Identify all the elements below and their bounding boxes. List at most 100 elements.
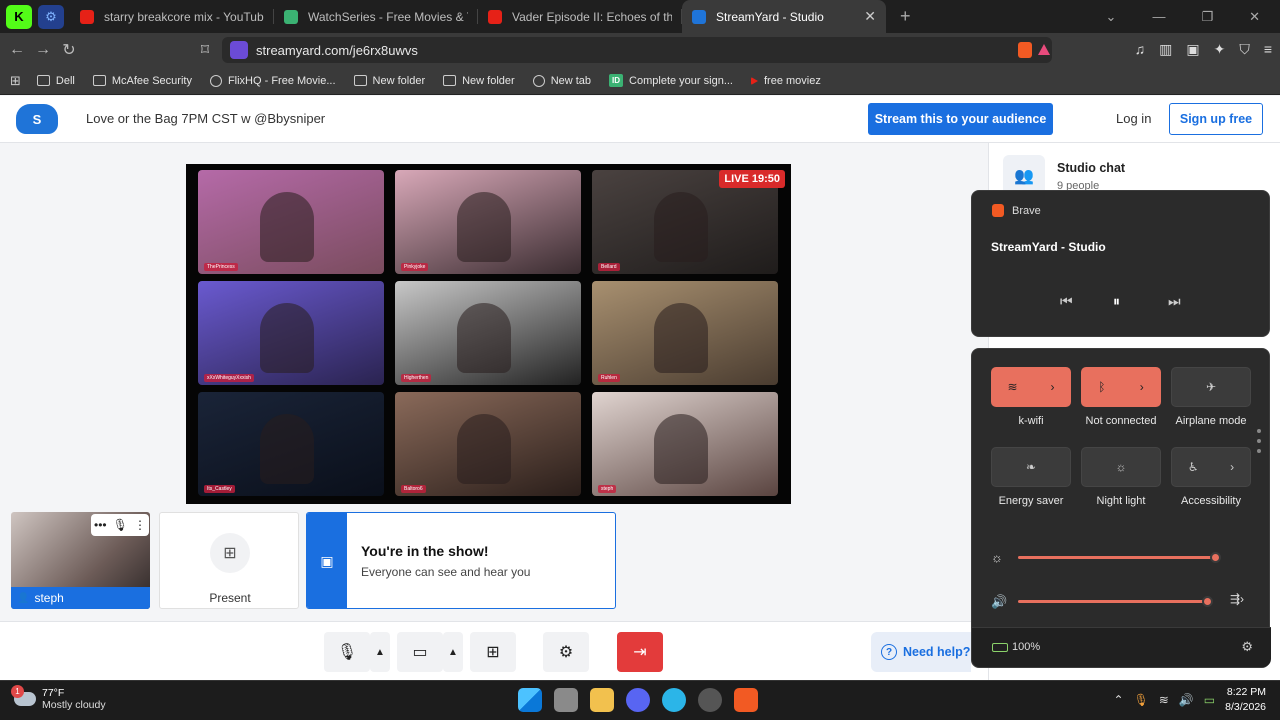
quick-tile[interactable]: ♿ › <box>1171 447 1251 487</box>
camera-toggle-button[interactable]: ▭ <box>397 632 443 672</box>
weather-desc: Mostly cloudy <box>42 699 106 711</box>
settings-gear-button[interactable]: ⚙ <box>543 632 589 672</box>
brave-shield-icon[interactable] <box>1018 42 1032 58</box>
tray-overflow-icon[interactable]: ⌃ <box>1113 693 1123 707</box>
site-info-icon[interactable] <box>230 41 248 59</box>
streamyard-logo[interactable]: S <box>16 104 58 134</box>
battery-tray-icon[interactable]: ▭ <box>1204 693 1215 707</box>
brave-rewards-icon[interactable] <box>1038 44 1050 55</box>
browser-tabbar: K ⚙ starry breakcore mix - YouTube WatchS… <box>0 0 1280 33</box>
brightness-slider-thumb[interactable] <box>1210 552 1221 563</box>
media-icon[interactable]: ♫ <box>1135 41 1146 58</box>
participant-name: Pinkyjoke <box>401 263 429 271</box>
brightness-slider[interactable] <box>1018 556 1216 559</box>
task-view-icon[interactable] <box>554 688 578 712</box>
bookmark-item[interactable]: Dell <box>36 74 75 87</box>
browser-toolbar: ← → ↻ ⌑ streamyard.com/je6rx8uwvs ♫ ▥ ▣ … <box>0 33 1280 67</box>
new-tab-button[interactable]: + <box>900 6 911 27</box>
volume-slider[interactable] <box>1018 600 1208 603</box>
mic-icon[interactable]: 🎙 <box>113 518 128 532</box>
quick-tile[interactable]: ≋ › <box>991 367 1071 407</box>
sidebar-icon[interactable]: ▥ <box>1159 41 1172 58</box>
wallet-icon[interactable]: ▣ <box>1186 41 1199 58</box>
studio-header: S Love or the Bag 7PM CST w @Bbysniper S… <box>0 96 1280 143</box>
kebab-menu-icon[interactable]: ⋮ <box>134 518 146 532</box>
file-explorer-icon[interactable] <box>590 688 614 712</box>
youtube-icon <box>80 9 94 24</box>
need-help-button[interactable]: ? Need help? <box>871 632 971 672</box>
apps-grid-icon[interactable]: ⊞ <box>10 73 21 89</box>
vpn-icon[interactable]: ⛉ <box>1239 41 1250 58</box>
menu-icon[interactable]: ≡ <box>1264 41 1272 58</box>
bookmark-icon[interactable]: ⌑ <box>192 40 218 60</box>
reload-icon[interactable]: ↻ <box>56 40 82 60</box>
tab-search-icon[interactable]: ⌄ <box>1106 9 1117 25</box>
volume-slider-thumb[interactable] <box>1202 596 1213 607</box>
quick-tile[interactable]: ☼ <box>1081 447 1161 487</box>
signup-button[interactable]: Sign up free <box>1169 103 1263 135</box>
obs-icon[interactable] <box>698 688 722 712</box>
wifi-icon[interactable]: ≋ <box>1159 693 1169 707</box>
bookmark-item[interactable]: New folder <box>353 74 425 87</box>
pinned-tab-kick[interactable]: K <box>6 4 32 29</box>
battery-level: 100% <box>1012 641 1041 653</box>
bookmark-item[interactable]: New tab <box>532 74 591 87</box>
minimize-icon[interactable]: — <box>1152 9 1165 25</box>
quick-tile[interactable]: ✈ <box>1171 367 1251 407</box>
share-screen-button[interactable]: ⊞ <box>470 632 516 672</box>
bookmark-item[interactable]: FlixHQ - Free Movie... <box>209 74 336 87</box>
discord-icon[interactable] <box>626 688 650 712</box>
chevron-right-icon[interactable]: › <box>1051 380 1055 394</box>
leo-icon[interactable]: ✦ <box>1214 41 1226 58</box>
forward-icon[interactable]: → <box>30 41 56 59</box>
edge-icon[interactable] <box>662 688 686 712</box>
browser-tab[interactable]: starry breakcore mix - YouTube <box>70 0 274 33</box>
next-track-icon[interactable]: ⏭ <box>1168 293 1181 310</box>
maximize-icon[interactable]: ❐ <box>1201 9 1213 25</box>
leave-studio-button[interactable]: ⇥ <box>617 632 663 672</box>
bookmark-item[interactable]: New folder <box>443 74 515 87</box>
mic-toggle-button[interactable]: 🎙 <box>324 632 370 672</box>
present-card[interactable]: ⊞ Present <box>159 512 299 609</box>
participant-name: ThePrincess <box>204 263 238 271</box>
participant-tile: Baltoro6 <box>395 392 581 496</box>
quick-tile[interactable]: ᛒ › <box>1081 367 1161 407</box>
browser-tab[interactable]: WatchSeries - Free Movies & TV Shows <box>274 0 478 33</box>
settings-gear-icon[interactable]: ⚙ <box>1241 639 1253 655</box>
speaker-icon[interactable]: 🔊 <box>1179 693 1194 707</box>
bookmark-item[interactable]: McAfee Security <box>92 74 192 87</box>
browser-tab[interactable]: Vader Episode II: Echoes of the Jedi <box>478 0 682 33</box>
chevron-right-icon[interactable]: › <box>1140 380 1144 394</box>
login-link[interactable]: Log in <box>1116 111 1151 126</box>
more-dots-icon[interactable]: ••• <box>94 518 107 532</box>
quick-tile-label: Accessibility <box>1181 495 1241 507</box>
browser-tab[interactable]: StreamYard - Studio ✕ <box>682 0 886 33</box>
volume-icon[interactable]: 🔊 <box>991 594 1007 610</box>
pinned-tab-extension[interactable]: ⚙ <box>38 4 64 29</box>
address-bar[interactable]: streamyard.com/je6rx8uwvs <box>222 37 1052 63</box>
previous-track-icon[interactable]: ⏮ <box>1060 293 1073 310</box>
bookmark-item[interactable]: ID Complete your sign... <box>609 74 733 87</box>
brave-taskbar-icon[interactable] <box>734 688 758 712</box>
participant-tile: steph <box>592 392 778 496</box>
quick-tile[interactable]: ❧ <box>991 447 1071 487</box>
close-window-icon[interactable]: ✕ <box>1249 9 1260 25</box>
self-preview[interactable]: ••• 🎙 ⋮ 👤 steph <box>11 512 150 609</box>
weather-widget[interactable]: 1 77°F Mostly cloudy <box>11 685 106 711</box>
participant-silhouette <box>260 414 314 484</box>
pause-icon[interactable]: ⏸ <box>1113 293 1120 310</box>
back-icon[interactable]: ← <box>4 41 30 59</box>
start-icon[interactable] <box>518 688 542 712</box>
audio-output-icon[interactable]: ⇶› <box>1230 592 1244 606</box>
chevron-right-icon[interactable]: › <box>1230 460 1234 474</box>
mic-in-use-icon[interactable]: 🎙 <box>1134 693 1149 707</box>
clock[interactable]: 8:22 PM 8/3/2026 <box>1225 685 1266 715</box>
participant-name: Bellard <box>598 263 620 271</box>
battery-indicator[interactable]: 100% <box>992 641 1040 653</box>
stream-to-audience-button[interactable]: Stream this to your audience <box>868 103 1053 135</box>
self-preview-tools: ••• 🎙 ⋮ <box>91 514 149 536</box>
camera-options-chevron-icon[interactable]: ▲ <box>443 632 463 672</box>
mic-options-chevron-icon[interactable]: ▲ <box>370 632 390 672</box>
bookmark-item[interactable]: free moviez <box>750 74 821 87</box>
close-tab-icon[interactable]: ✕ <box>864 8 876 25</box>
